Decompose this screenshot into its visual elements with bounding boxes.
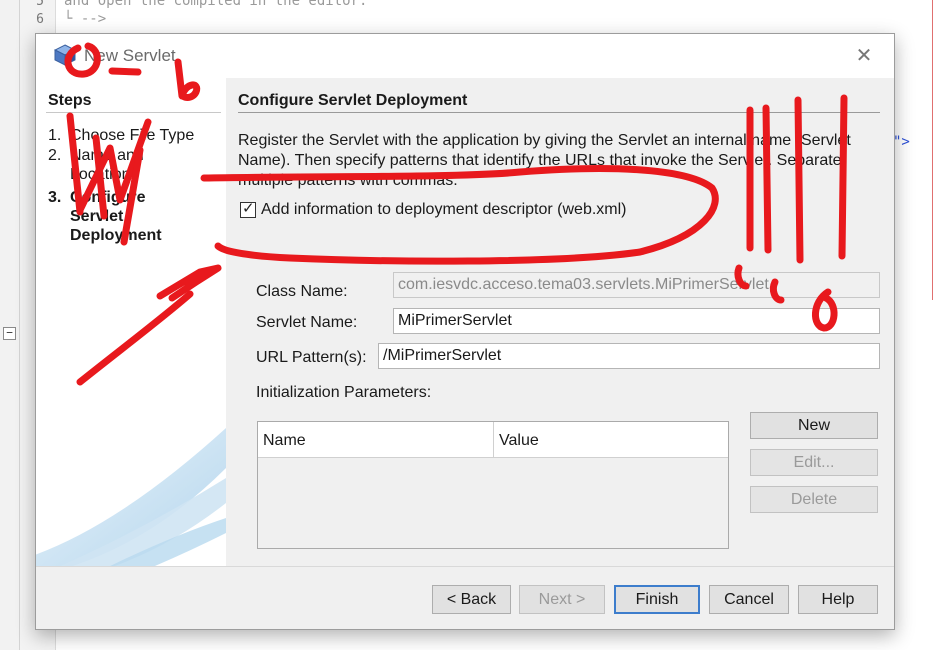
panel-description: Register the Servlet with the applicatio…: [238, 132, 851, 189]
netbeans-cube-icon: [54, 44, 76, 66]
deployment-descriptor-option[interactable]: ✓ Add information to deployment descript…: [240, 200, 627, 219]
divider: [46, 112, 221, 113]
step-label: Configure Servlet Deployment: [70, 189, 162, 244]
configure-panel: Configure Servlet Deployment Register th…: [226, 78, 894, 566]
steps-heading: Steps: [48, 92, 92, 109]
column-header-name[interactable]: Name: [258, 422, 493, 458]
step-item-name-and-location: 2. Name and Location: [48, 146, 223, 184]
wizard-decoration-image: [36, 428, 226, 566]
steps-panel: Steps 1. Choose File Type 2. Name and Lo…: [36, 78, 226, 566]
next-button[interactable]: Next >: [519, 585, 605, 614]
step-item-choose-file-type: 1. Choose File Type: [48, 126, 223, 145]
servlet-name-label: Servlet Name:: [256, 314, 358, 331]
class-name-label: Class Name:: [256, 283, 348, 300]
new-servlet-dialog: New Servlet ✕ Steps 1. Choose File Type …: [35, 33, 895, 630]
code-line: and open the compiled in the editor.: [64, 0, 368, 9]
column-header-value[interactable]: Value: [494, 422, 728, 458]
help-button[interactable]: Help: [798, 585, 878, 614]
init-params-label: Initialization Parameters:: [256, 384, 432, 401]
step-label: Choose File Type: [70, 127, 195, 144]
url-pattern-label: URL Pattern(s):: [256, 349, 367, 366]
code-fragment: ">: [893, 134, 910, 150]
delete-param-button[interactable]: Delete: [750, 486, 878, 513]
dialog-title: New Servlet: [84, 46, 176, 65]
dialog-titlebar: New Servlet ✕: [36, 34, 894, 78]
line-number: 5: [36, 0, 44, 9]
divider: [238, 112, 880, 113]
line-number: 6: [36, 12, 44, 27]
step-number: 3.: [48, 189, 62, 206]
edit-param-button[interactable]: Edit...: [750, 449, 878, 476]
cancel-button[interactable]: Cancel: [709, 585, 789, 614]
checkbox-label: Add information to deployment descriptor…: [261, 201, 627, 218]
table-header: Name Value: [258, 422, 728, 458]
fold-toggle[interactable]: −: [3, 327, 16, 340]
step-label: Name and Location: [70, 147, 144, 183]
init-params-table[interactable]: Name Value: [257, 421, 729, 549]
back-button[interactable]: < Back: [432, 585, 511, 614]
checkmark-icon: ✓: [242, 200, 255, 217]
new-param-button[interactable]: New: [750, 412, 878, 439]
editor-left-gutter: [0, 0, 20, 650]
panel-title: Configure Servlet Deployment: [238, 92, 468, 109]
code-line: └ -->: [64, 11, 107, 27]
finish-button[interactable]: Finish: [614, 585, 700, 614]
error-stripe: [932, 0, 933, 300]
servlet-name-input[interactable]: MiPrimerServlet: [393, 308, 880, 334]
deployment-descriptor-checkbox[interactable]: ✓: [240, 200, 256, 218]
step-item-configure-servlet-deployment: 3. Configure Servlet Deployment: [48, 188, 223, 245]
step-number: 1.: [48, 127, 62, 144]
step-number: 2.: [48, 147, 62, 164]
dialog-footer: < Back Next > Finish Cancel Help: [36, 566, 894, 629]
close-icon[interactable]: ✕: [850, 42, 878, 70]
class-name-field: com.iesvdc.acceso.tema03.servlets.MiPrim…: [393, 272, 880, 298]
url-pattern-input[interactable]: /MiPrimerServlet: [378, 343, 880, 369]
